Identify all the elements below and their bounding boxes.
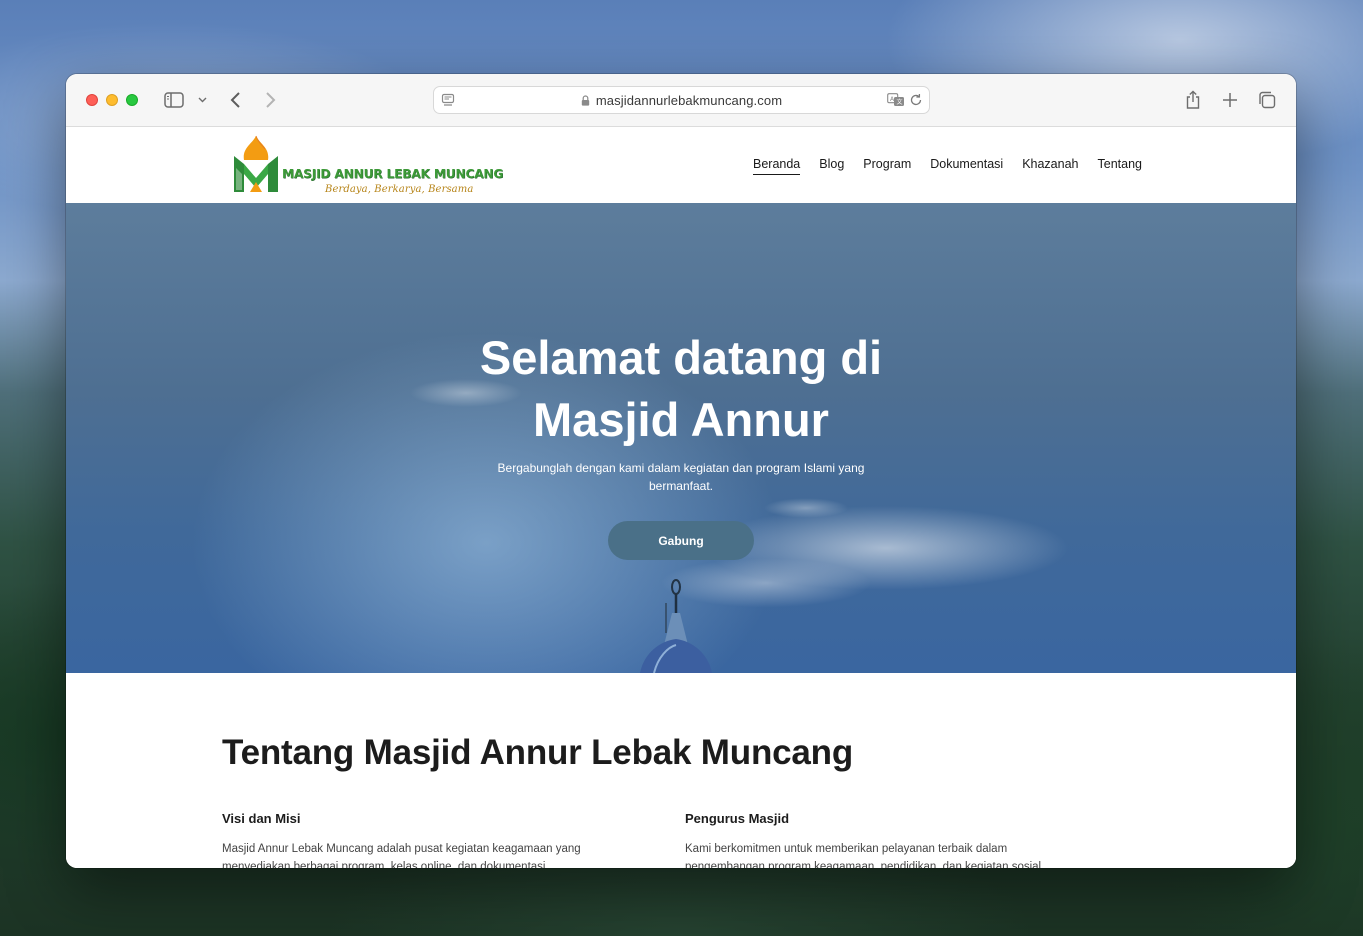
forward-arrow-icon[interactable] (260, 89, 282, 111)
mosque-dome-illustration (640, 579, 712, 673)
browser-window: masjidannurlebakmuncang.com A文 MASJID AN… (66, 74, 1296, 868)
board-text: Kami berkomitmen untuk memberikan pelaya… (685, 843, 1042, 868)
hero-title-line-2: Masjid Annur (533, 393, 829, 446)
vision-mission-text: Masjid Annur Lebak Muncang adalah pusat … (222, 843, 581, 868)
svg-text:文: 文 (897, 98, 903, 106)
site-logo[interactable]: MASJID ANNUR LEBAK MUNCANG Berdaya, Berk… (232, 134, 504, 196)
hero-title-line-1: Selamat datang di (479, 331, 883, 384)
board-title: Pengurus Masjid (685, 811, 790, 826)
hero-subtitle-line-1: Bergabunglah dengan kami dalam kegiatan … (497, 461, 865, 475)
hero-subtitle: Bergabunglah dengan kami dalam kegiatan … (66, 459, 1296, 495)
hero-subtitle-line-2: bermanfaat. (648, 479, 714, 493)
vision-mission-column: Visi dan Misi Masjid Annur Lebak Muncang… (222, 811, 622, 868)
translate-icon[interactable]: A文 (887, 93, 905, 107)
hero-title: Selamat datang di Masjid Annur (66, 327, 1296, 451)
zoom-window-button[interactable] (126, 94, 138, 106)
about-section: Tentang Masjid Annur Lebak Muncang Visi … (66, 673, 1296, 868)
nav-khazanah[interactable]: Khazanah (1022, 157, 1078, 175)
nav-beranda[interactable]: Beranda (753, 157, 801, 175)
nav-program[interactable]: Program (863, 157, 911, 175)
join-button[interactable]: Gabung (608, 521, 754, 560)
vision-mission-title: Visi dan Misi (222, 811, 301, 826)
web-page: MASJID ANNUR LEBAK MUNCANG Berdaya, Berk… (66, 127, 1296, 868)
nav-blog[interactable]: Blog (819, 157, 844, 175)
site-header: MASJID ANNUR LEBAK MUNCANG Berdaya, Berk… (66, 127, 1296, 203)
lock-icon (581, 94, 590, 109)
address-bar[interactable]: masjidannurlebakmuncang.com A文 (433, 86, 930, 114)
brand-name: MASJID ANNUR LEBAK MUNCANG (282, 167, 504, 181)
reload-icon[interactable] (909, 93, 923, 107)
main-nav: Beranda Blog Program Dokumentasi Khazana… (753, 157, 1142, 175)
tabs-overview-icon[interactable] (1257, 90, 1277, 110)
minimize-window-button[interactable] (106, 94, 118, 106)
nav-dokumentasi[interactable]: Dokumentasi (930, 157, 1003, 175)
board-column: Pengurus Masjid Kami berkomitmen untuk m… (685, 811, 1085, 868)
chevron-down-icon[interactable] (196, 93, 208, 107)
address-url-text: masjidannurlebakmuncang.com (595, 93, 783, 108)
brand-tagline: Berdaya, Berkarya, Bersama (325, 184, 474, 195)
browser-toolbar: masjidannurlebakmuncang.com A文 (66, 74, 1296, 127)
sidebar-icon[interactable] (162, 90, 186, 110)
about-heading: Tentang Masjid Annur Lebak Muncang (222, 733, 854, 772)
hero-section: Selamat datang di Masjid Annur Bergabung… (66, 203, 1296, 673)
back-arrow-icon[interactable] (224, 89, 246, 111)
share-icon[interactable] (1183, 88, 1203, 112)
plus-icon[interactable] (1220, 90, 1240, 110)
nav-tentang[interactable]: Tentang (1098, 157, 1142, 175)
close-window-button[interactable] (86, 94, 98, 106)
address-url[interactable]: masjidannurlebakmuncang.com (434, 93, 929, 109)
